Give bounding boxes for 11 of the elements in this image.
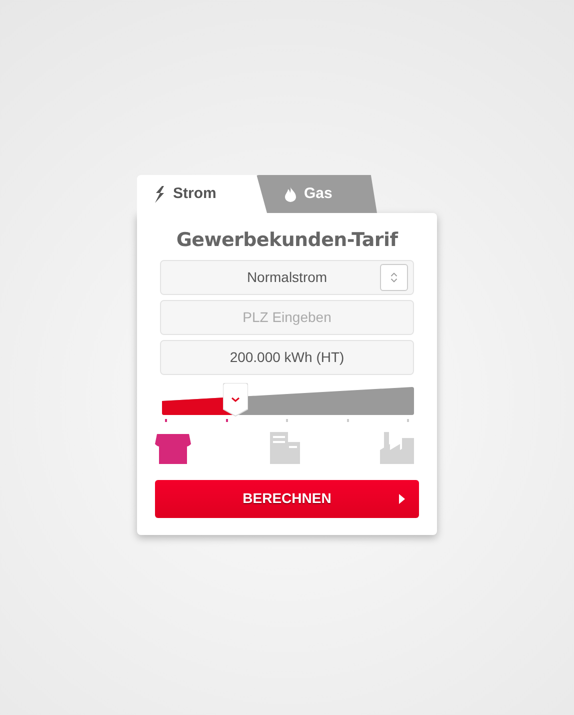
caret-icon — [399, 494, 405, 504]
form-title: Gewerbekunden-Tarif — [175, 229, 400, 252]
slider-track[interactable] — [162, 386, 414, 415]
tab[interactable]: Strom — [137, 175, 267, 213]
postcode-field[interactable]: PLZ Eingeben — [160, 300, 414, 335]
lightning-icon — [155, 186, 165, 202]
calculate-button[interactable]: BERECHNEN — [155, 480, 419, 518]
slider-handle[interactable] — [222, 382, 248, 417]
tariff-select[interactable]: Normalstrom — [160, 260, 414, 295]
flame-icon — [285, 186, 296, 202]
consumption-field[interactable]: 200.000 kWh (HT) — [160, 340, 414, 375]
